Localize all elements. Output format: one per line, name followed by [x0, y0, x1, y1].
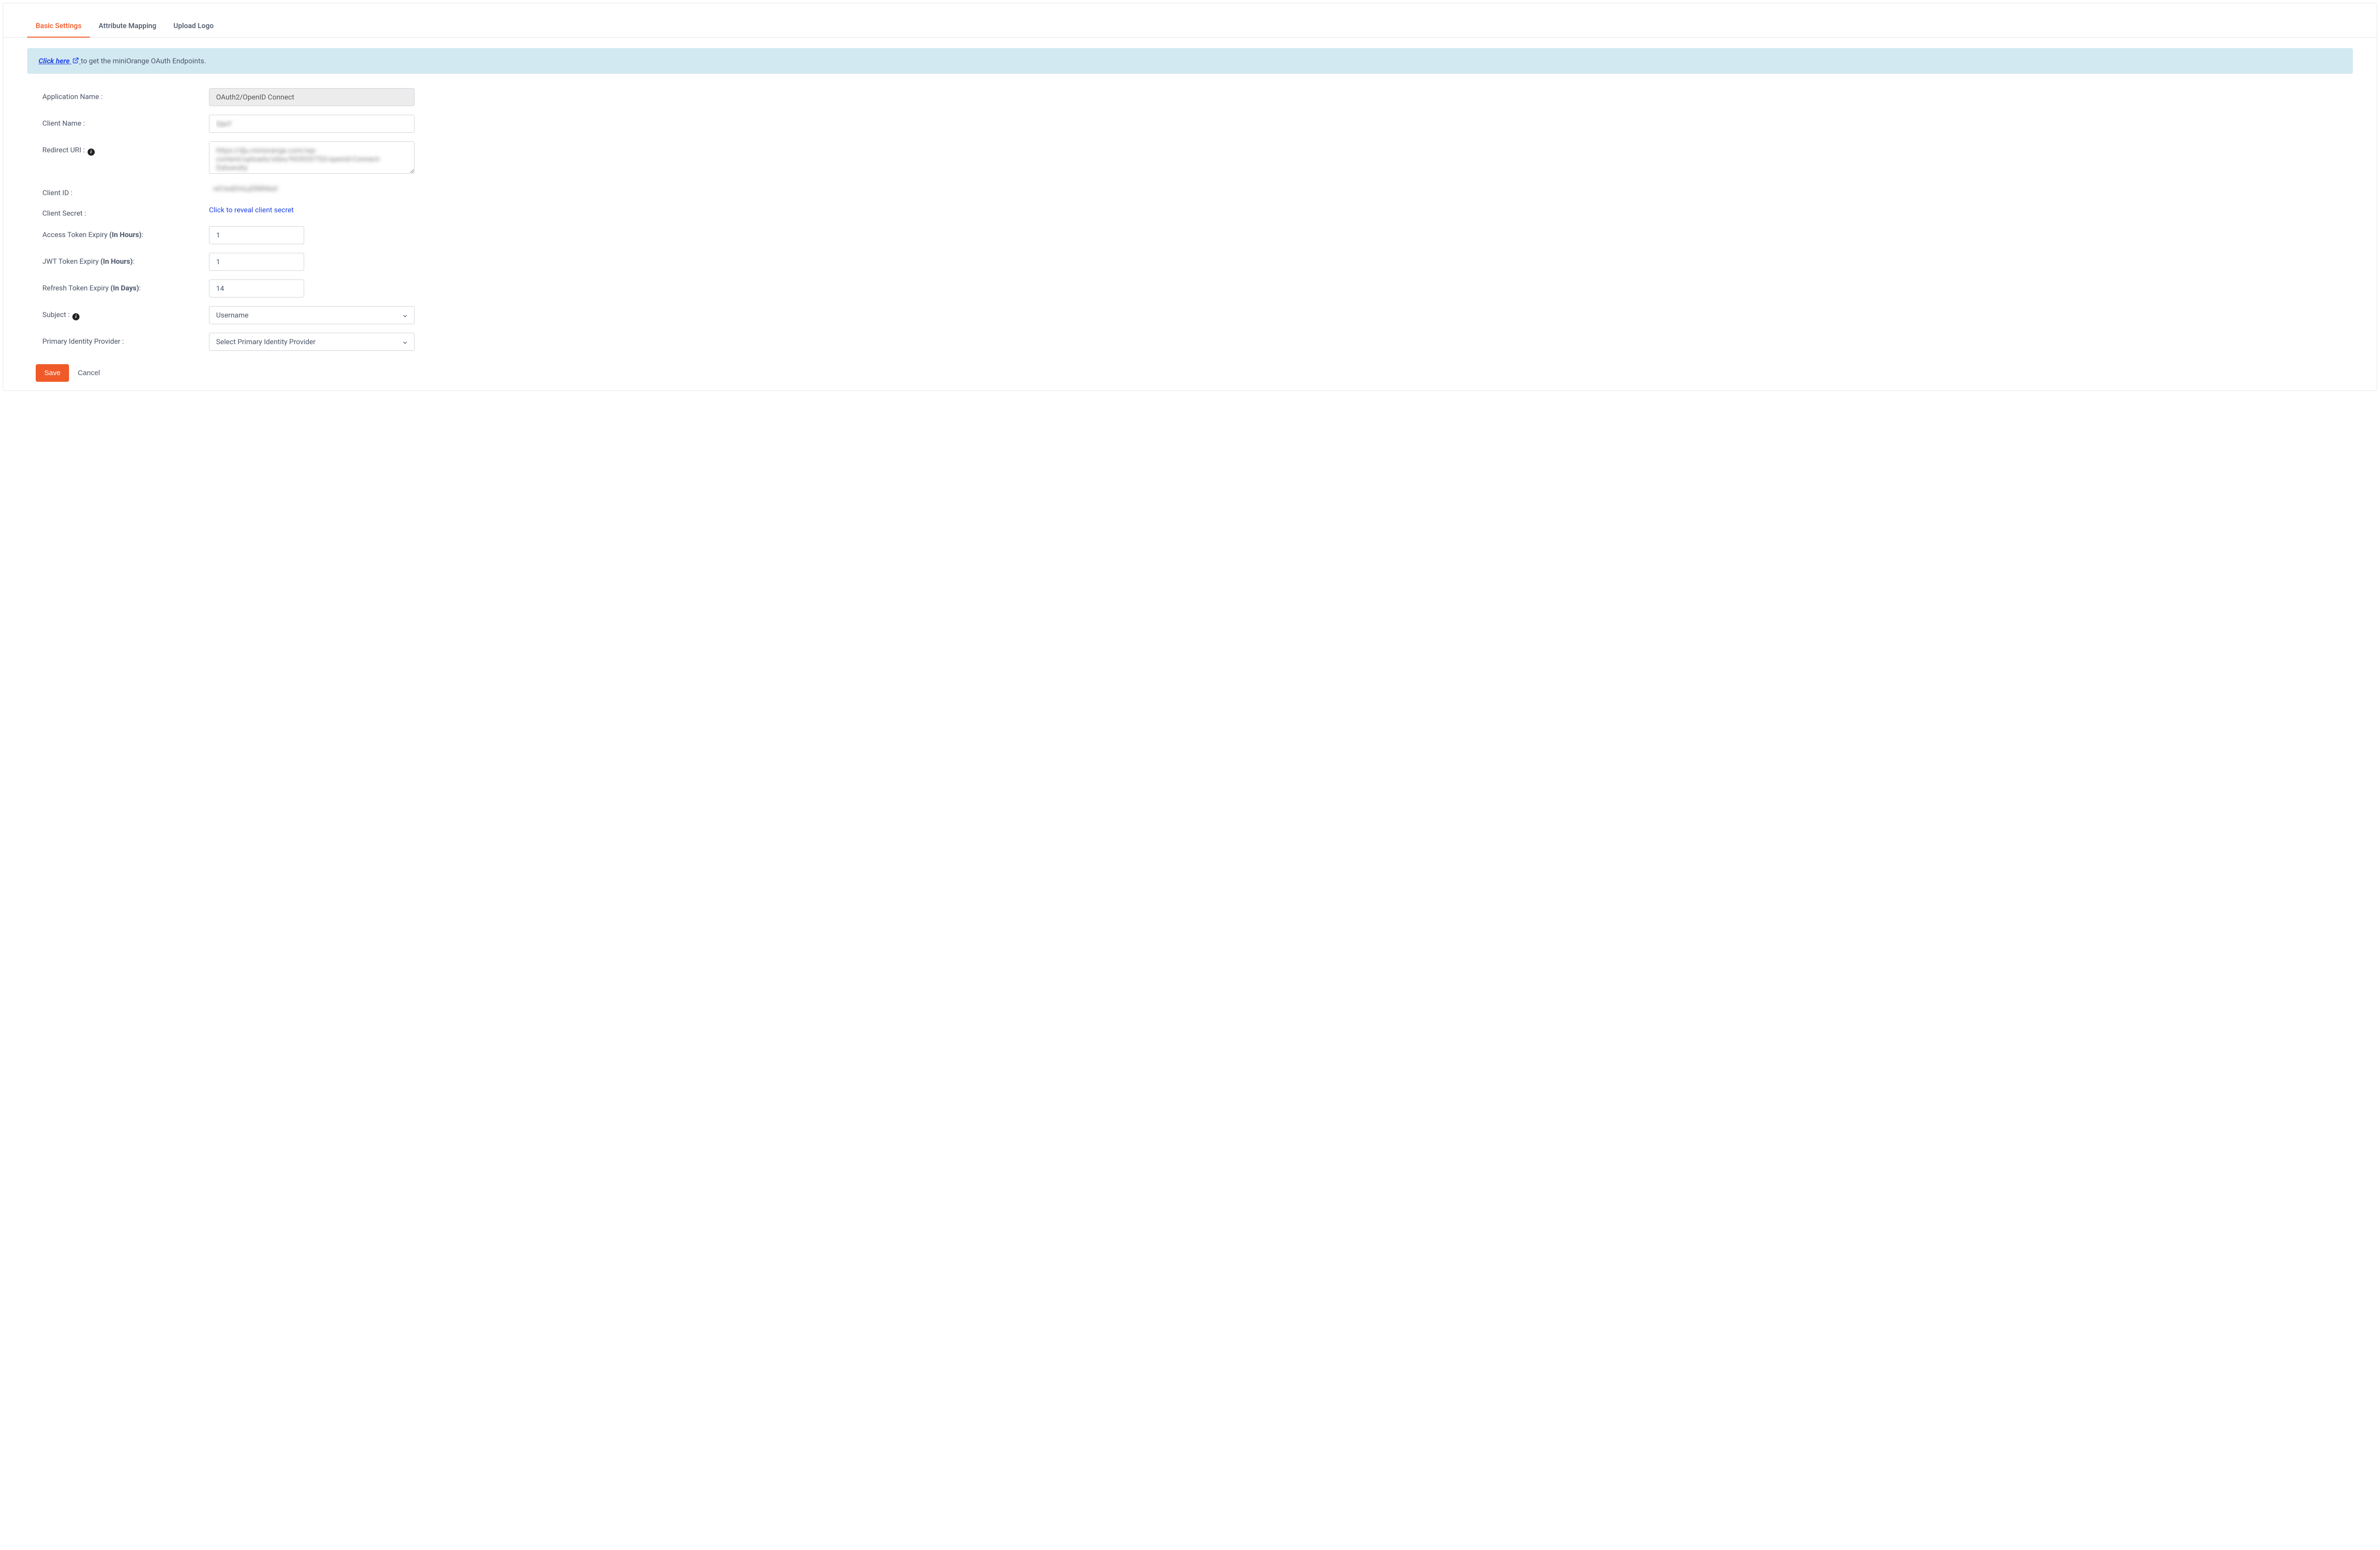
settings-panel: Basic Settings Attribute Mapping Upload … [3, 3, 2377, 391]
app-name-input [209, 88, 415, 106]
info-icon[interactable]: i [72, 313, 79, 320]
endpoints-link[interactable]: Click here [39, 57, 81, 65]
refresh-expiry-input[interactable] [209, 279, 304, 298]
cancel-button[interactable]: Cancel [78, 369, 100, 377]
reveal-secret-link[interactable]: Click to reveal client secret [209, 205, 294, 214]
subject-label: Subject : i [42, 306, 209, 320]
client-id-label: Client ID : [42, 184, 209, 197]
tab-content: Click here to get the miniOrange OAuth E… [3, 38, 2377, 382]
subject-select[interactable]: Username [209, 306, 415, 324]
endpoints-suffix: to get the miniOrange OAuth Endpoints. [81, 57, 206, 65]
client-secret-label: Client Secret : [42, 205, 209, 218]
client-name-input[interactable] [209, 115, 415, 133]
provider-select[interactable]: Select Primary Identity Provider [209, 333, 415, 351]
access-expiry-input[interactable] [209, 226, 304, 244]
info-icon[interactable]: i [88, 149, 95, 156]
jwt-expiry-label: JWT Token Expiry (In Hours): [42, 253, 209, 266]
tab-bar: Basic Settings Attribute Mapping Upload … [3, 15, 2377, 38]
settings-form: Application Name : Client Name : Redirec… [27, 88, 2353, 351]
tab-basic-settings[interactable]: Basic Settings [27, 15, 90, 38]
client-id-value: -wCwaDmLyDN84ezl [209, 184, 278, 193]
redirect-uri-textarea[interactable]: https://dju.miniorange.com/wp-content/up… [209, 141, 415, 174]
access-expiry-label: Access Token Expiry (In Hours): [42, 226, 209, 239]
redirect-uri-label: Redirect URI : i [42, 141, 209, 156]
tab-attribute-mapping[interactable]: Attribute Mapping [90, 15, 165, 38]
app-name-label: Application Name : [42, 88, 209, 101]
provider-label: Primary Identity Provider : [42, 333, 209, 346]
jwt-expiry-input[interactable] [209, 253, 304, 271]
tab-upload-logo[interactable]: Upload Logo [165, 15, 222, 38]
external-link-icon [72, 57, 79, 64]
endpoints-alert: Click here to get the miniOrange OAuth E… [27, 48, 2353, 74]
form-actions: Save Cancel [27, 364, 2353, 382]
refresh-expiry-label: Refresh Token Expiry (In Days): [42, 279, 209, 292]
save-button[interactable]: Save [36, 364, 69, 382]
endpoints-link-text: Click here [39, 57, 69, 65]
client-name-label: Client Name : [42, 115, 209, 128]
